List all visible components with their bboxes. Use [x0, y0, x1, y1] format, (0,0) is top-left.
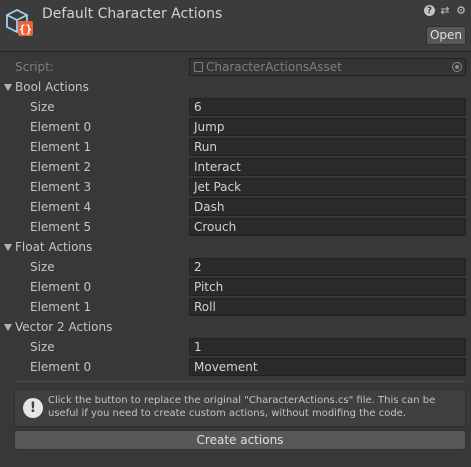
size-label: Size: [30, 340, 55, 354]
foldout-arrow-icon[interactable]: [4, 244, 12, 251]
object-picker-icon[interactable]: [452, 62, 462, 72]
bool-element-field[interactable]: Crouch: [189, 218, 466, 236]
float-actions-label: Float Actions: [15, 240, 93, 254]
size-label: Size: [30, 260, 55, 274]
bool-actions-foldout[interactable]: Bool Actions: [0, 77, 471, 97]
float-element-row: Element 1 Roll: [0, 297, 471, 317]
vector2-actions-size-row: Size 1: [0, 337, 471, 357]
float-actions-size-field[interactable]: 2: [189, 258, 466, 276]
float-actions-size-row: Size 2: [0, 257, 471, 277]
element-label: Element 1: [30, 300, 92, 314]
vector2-actions-foldout[interactable]: Vector 2 Actions: [0, 317, 471, 337]
foldout-arrow-icon[interactable]: [4, 84, 12, 91]
bool-element-row: Element 2 Interact: [0, 157, 471, 177]
vector2-actions-size-field[interactable]: 1: [189, 338, 466, 356]
vector2-element-field[interactable]: Movement: [189, 358, 466, 376]
info-icon: !: [23, 398, 43, 418]
float-actions-foldout[interactable]: Float Actions: [0, 237, 471, 257]
info-help-box: ! Click the button to replace the origin…: [14, 389, 466, 427]
bool-actions-size-row: Size 6: [0, 97, 471, 117]
bool-element-field[interactable]: Run: [189, 138, 466, 156]
bool-element-row: Element 1 Run: [0, 137, 471, 157]
preset-icon[interactable]: ⇄: [439, 5, 451, 17]
bool-element-row: Element 3 Jet Pack: [0, 177, 471, 197]
foldout-arrow-icon[interactable]: [4, 324, 12, 331]
size-label: Size: [30, 100, 55, 114]
bool-element-row: Element 5 Crouch: [0, 217, 471, 237]
svg-text:{}: {}: [19, 23, 32, 36]
float-element-field[interactable]: Roll: [189, 298, 466, 316]
bool-actions-label: Bool Actions: [15, 80, 89, 94]
open-button[interactable]: Open: [426, 26, 466, 45]
help-text: Click the button to replace the original…: [48, 395, 436, 419]
element-label: Element 1: [30, 140, 92, 154]
element-label: Element 0: [30, 120, 92, 134]
script-file-icon: [194, 62, 203, 72]
element-label: Element 0: [30, 360, 92, 374]
float-element-field[interactable]: Pitch: [189, 278, 466, 296]
bool-element-field[interactable]: Dash: [189, 198, 466, 216]
script-row: Script: CharacterActionsAsset: [0, 57, 471, 77]
script-label: Script:: [15, 60, 54, 74]
help-icon[interactable]: ?: [424, 5, 435, 16]
vector2-element-row: Element 0 Movement: [0, 357, 471, 377]
create-actions-button[interactable]: Create actions: [14, 430, 466, 450]
inspector-title: Default Character Actions: [42, 6, 223, 22]
element-label: Element 0: [30, 280, 92, 294]
section-divider: [14, 381, 466, 382]
bool-element-row: Element 4 Dash: [0, 197, 471, 217]
bool-element-field[interactable]: Interact: [189, 158, 466, 176]
bool-actions-size-field[interactable]: 6: [189, 98, 466, 116]
float-element-row: Element 0 Pitch: [0, 277, 471, 297]
element-label: Element 5: [30, 220, 92, 234]
element-label: Element 4: [30, 200, 92, 214]
settings-icon[interactable]: ⚙: [455, 5, 467, 17]
script-object-field[interactable]: CharacterActionsAsset: [189, 58, 466, 76]
inspector-header: {} Default Character Actions ? ⇄ ⚙ Open: [0, 0, 471, 52]
bool-element-field[interactable]: Jet Pack: [189, 178, 466, 196]
element-label: Element 2: [30, 160, 92, 174]
bool-element-field[interactable]: Jump: [189, 118, 466, 136]
scriptable-asset-icon: {}: [6, 8, 33, 36]
element-label: Element 3: [30, 180, 92, 194]
bool-element-row: Element 0 Jump: [0, 117, 471, 137]
vector2-actions-label: Vector 2 Actions: [15, 320, 113, 334]
script-value: CharacterActionsAsset: [206, 60, 342, 74]
